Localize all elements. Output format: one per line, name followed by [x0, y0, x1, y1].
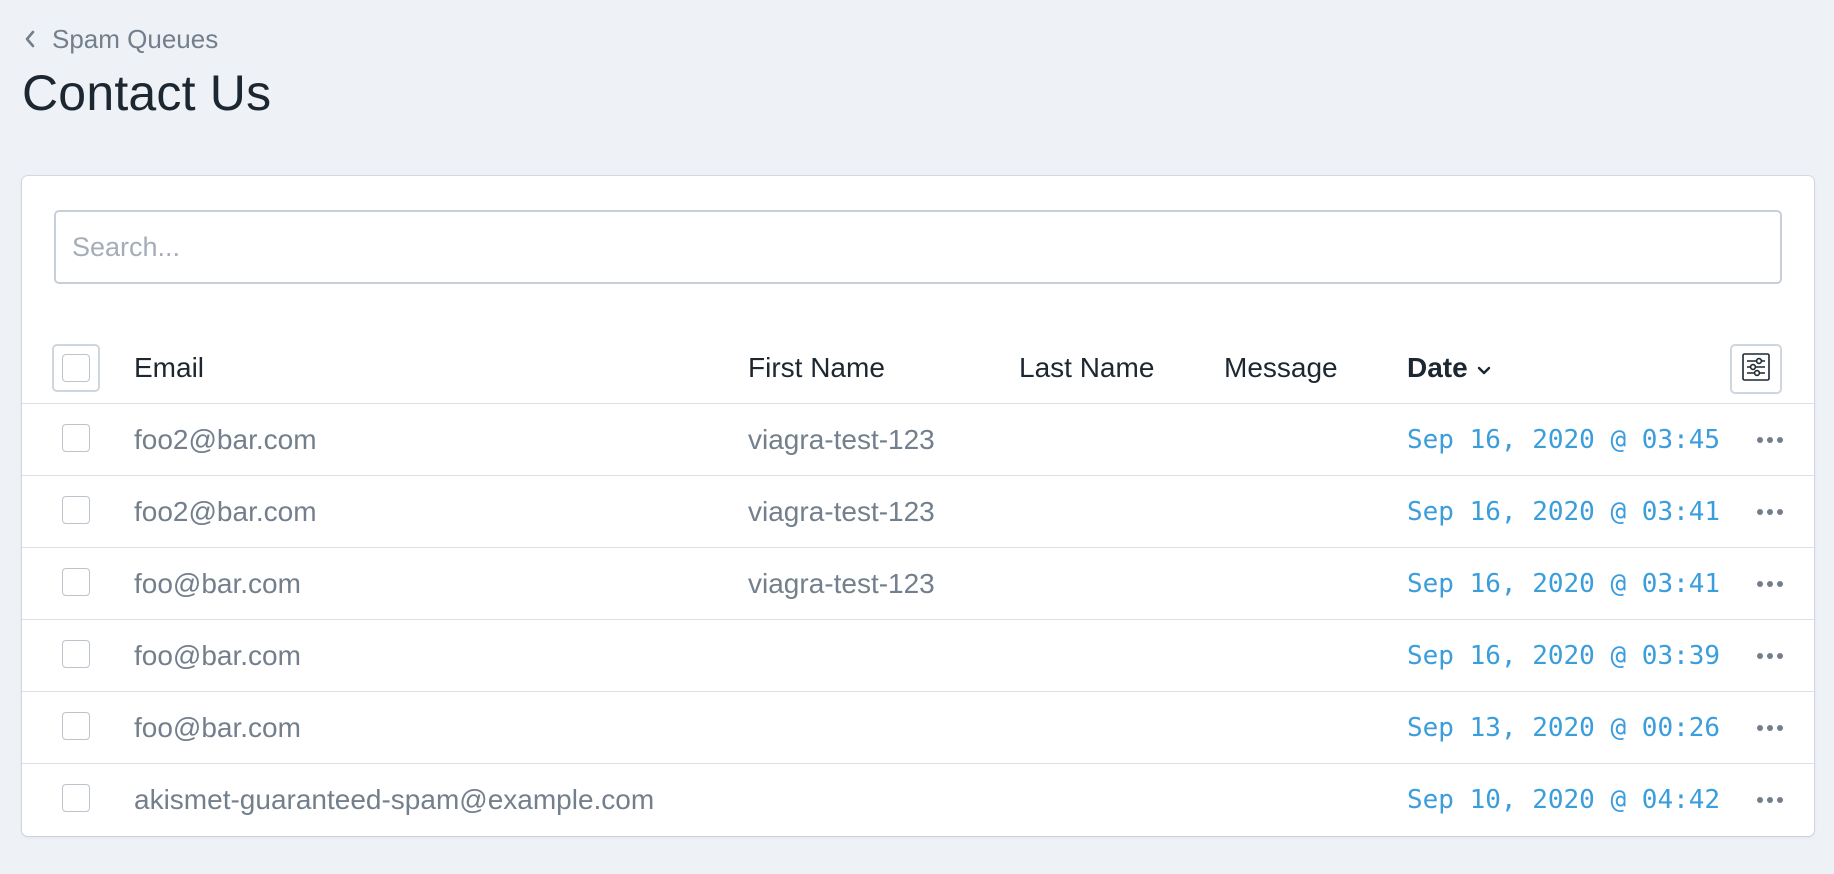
- cell-first-name: viagra-test-123: [748, 568, 935, 599]
- breadcrumb[interactable]: Spam Queues: [22, 22, 218, 56]
- row-checkbox[interactable]: [62, 568, 90, 596]
- select-all-checkbox-box: [62, 354, 90, 382]
- cell-email: foo2@bar.com: [134, 424, 317, 455]
- ellipsis-icon: [1756, 575, 1784, 593]
- column-header-first-name[interactable]: First Name: [748, 332, 885, 404]
- table-row: foo2@bar.com viagra-test-123 Sep 16, 202…: [22, 476, 1814, 548]
- ellipsis-icon: [1756, 503, 1784, 521]
- chevron-left-icon: [22, 29, 38, 49]
- column-header-date-label: Date: [1407, 352, 1468, 383]
- cell-date-link[interactable]: Sep 16, 2020 @ 03:41: [1407, 476, 1720, 548]
- row-actions-button[interactable]: [1750, 426, 1790, 454]
- table-row: foo2@bar.com viagra-test-123 Sep 16, 202…: [22, 404, 1814, 476]
- row-actions-button[interactable]: [1750, 498, 1790, 526]
- chevron-down-icon: [1476, 352, 1492, 384]
- row-checkbox[interactable]: [62, 784, 90, 812]
- row-actions-button[interactable]: [1750, 714, 1790, 742]
- breadcrumb-link-spam-queues[interactable]: Spam Queues: [52, 24, 218, 55]
- search-input[interactable]: [54, 210, 1782, 284]
- ellipsis-icon: [1756, 431, 1784, 449]
- submissions-table: Email First Name Last Name Message Date: [22, 332, 1814, 836]
- ellipsis-icon: [1756, 647, 1784, 665]
- table-header: Email First Name Last Name Message Date: [22, 332, 1814, 404]
- table-row: foo@bar.com Sep 13, 2020 @ 00:26: [22, 692, 1814, 764]
- row-checkbox[interactable]: [62, 712, 90, 740]
- column-settings-button[interactable]: [1730, 344, 1782, 394]
- sliders-icon: [1740, 351, 1772, 388]
- cell-date-link[interactable]: Sep 13, 2020 @ 00:26: [1407, 692, 1720, 764]
- ellipsis-icon: [1756, 719, 1784, 737]
- cell-email: foo@bar.com: [134, 640, 301, 671]
- table-row: foo@bar.com Sep 16, 2020 @ 03:39: [22, 620, 1814, 692]
- table-row: akismet-guaranteed-spam@example.com Sep …: [22, 764, 1814, 836]
- table-row: foo@bar.com viagra-test-123 Sep 16, 2020…: [22, 548, 1814, 620]
- submissions-card: Email First Name Last Name Message Date: [22, 176, 1814, 836]
- row-actions-button[interactable]: [1750, 786, 1790, 814]
- row-actions-button[interactable]: [1750, 642, 1790, 670]
- row-checkbox[interactable]: [62, 424, 90, 452]
- ellipsis-icon: [1756, 791, 1784, 809]
- cell-email: foo@bar.com: [134, 568, 301, 599]
- cell-email: foo2@bar.com: [134, 496, 317, 527]
- row-checkbox[interactable]: [62, 496, 90, 524]
- cell-date-link[interactable]: Sep 16, 2020 @ 03:39: [1407, 620, 1720, 692]
- cell-date-link[interactable]: Sep 10, 2020 @ 04:42: [1407, 764, 1720, 836]
- column-header-email[interactable]: Email: [134, 332, 204, 404]
- column-header-message[interactable]: Message: [1224, 332, 1338, 404]
- cell-email: foo@bar.com: [134, 712, 301, 743]
- cell-first-name: viagra-test-123: [748, 424, 935, 455]
- cell-date-link[interactable]: Sep 16, 2020 @ 03:41: [1407, 548, 1720, 620]
- select-all-checkbox[interactable]: [52, 344, 100, 392]
- row-checkbox[interactable]: [62, 640, 90, 668]
- cell-date-link[interactable]: Sep 16, 2020 @ 03:45: [1407, 404, 1720, 476]
- row-actions-button[interactable]: [1750, 570, 1790, 598]
- search-container: [54, 210, 1782, 284]
- cell-first-name: viagra-test-123: [748, 496, 935, 527]
- page-title: Contact Us: [22, 65, 272, 121]
- column-header-date[interactable]: Date: [1407, 332, 1492, 404]
- column-header-last-name[interactable]: Last Name: [1019, 332, 1154, 404]
- cell-email: akismet-guaranteed-spam@example.com: [134, 784, 655, 815]
